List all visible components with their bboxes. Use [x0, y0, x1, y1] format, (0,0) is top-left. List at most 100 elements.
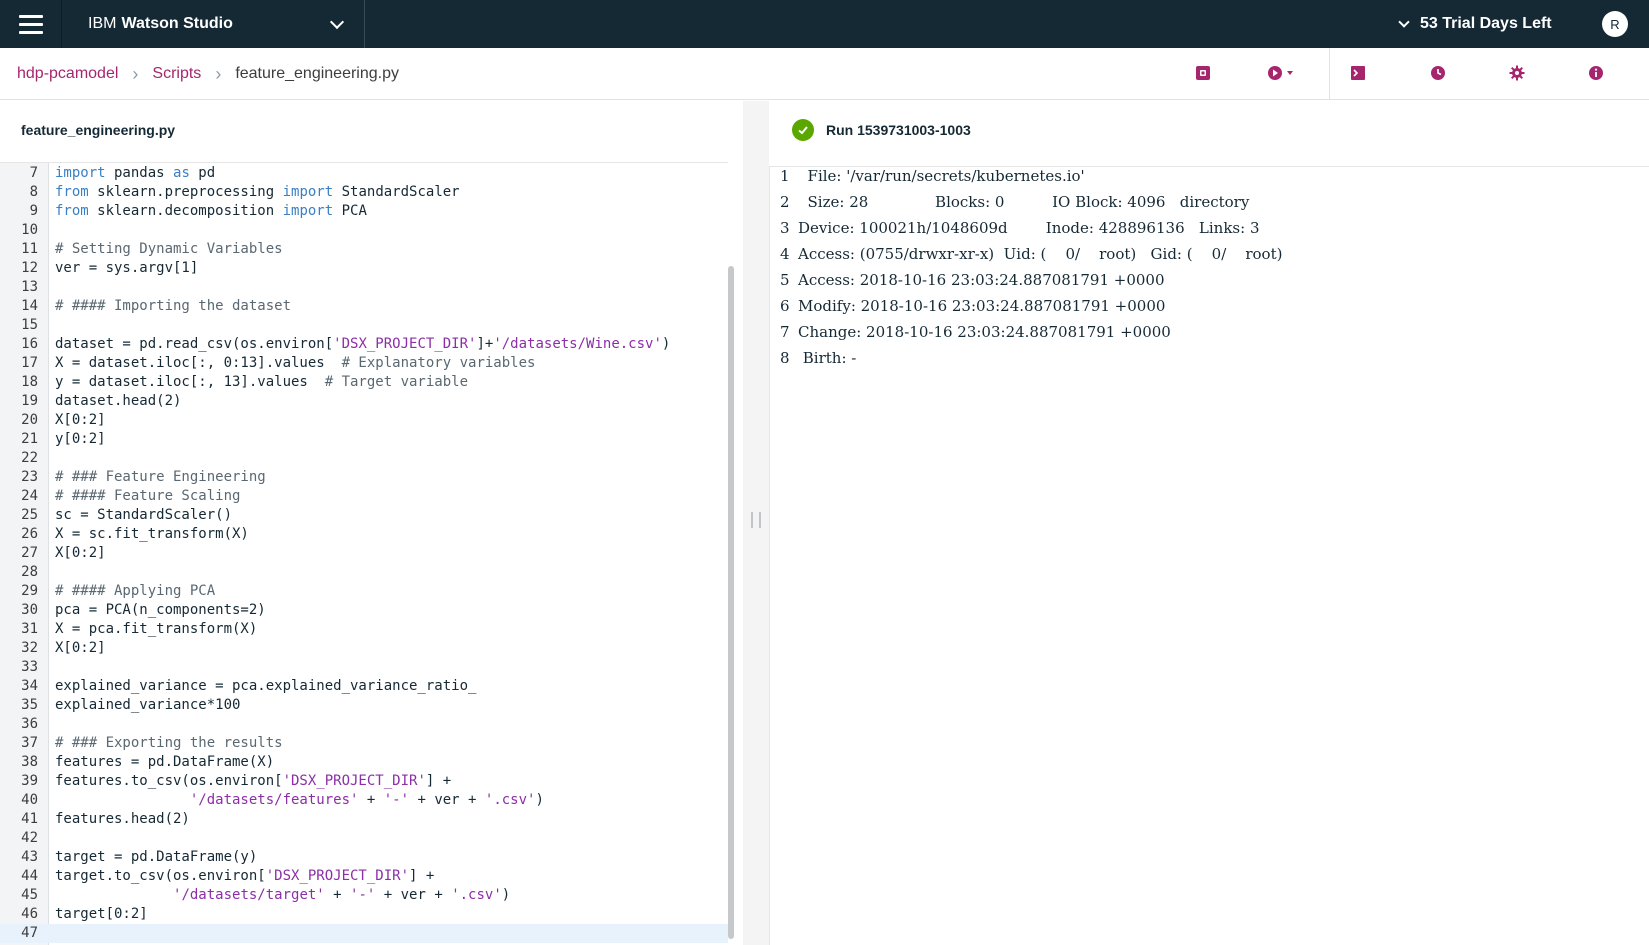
code-line[interactable]: 37 # ### Exporting the results	[0, 734, 728, 753]
code-line[interactable]: 15	[0, 316, 728, 335]
line-number: 10	[21, 222, 38, 238]
code-token: 'DSX_PROJECT_DIR'	[333, 336, 477, 352]
terminal-icon[interactable]	[1347, 62, 1369, 84]
code-line[interactable]: 7 import pandas as pd	[0, 164, 728, 183]
output-line: 3 Device: 100021h/1048609d Inode: 4288961…	[770, 215, 1649, 241]
code-line[interactable]: 40 '/datasets/features' + '-' + ver + '.…	[0, 791, 728, 810]
code-line[interactable]: 38 features = pd.DataFrame(X)	[0, 753, 728, 772]
code-line[interactable]: 11 # Setting Dynamic Variables	[0, 240, 728, 259]
code-line[interactable]: 46 target[0:2]	[0, 905, 728, 924]
code-line[interactable]: 42	[0, 829, 728, 848]
code-text: X = pca.fit_transform(X)	[55, 620, 257, 639]
code-text: explained_variance = pca.explained_varia…	[55, 677, 476, 696]
code-line[interactable]: 36	[0, 715, 728, 734]
output-line-number: 6	[780, 297, 790, 315]
code-token: explained_variance = pca.explained_varia…	[55, 678, 477, 694]
line-number: 44	[21, 868, 38, 884]
code-editor[interactable]: 7 import pandas as pd 8 from sklearn.prepro…	[0, 162, 728, 945]
code-line[interactable]: 33	[0, 658, 728, 677]
code-line[interactable]: 23 # ### Feature Engineering	[0, 468, 728, 487]
code-line[interactable]: 24 # #### Feature Scaling	[0, 487, 728, 506]
code-line[interactable]: 30 pca = PCA(n_components=2)	[0, 601, 728, 620]
code-token: X = pca.fit_transform(X)	[55, 621, 258, 637]
breadcrumb-scripts-link[interactable]: Scripts	[152, 65, 201, 83]
code-line[interactable]: 17 X = dataset.iloc[:, 0:13].values # Exp…	[0, 354, 728, 373]
code-token: ]+	[476, 336, 494, 352]
avatar[interactable]: R	[1602, 11, 1628, 37]
menu-icon[interactable]	[0, 0, 62, 48]
line-number: 32	[21, 640, 38, 656]
editor-filename-header: feature_engineering.py	[0, 101, 743, 159]
code-line[interactable]: 43 target = pd.DataFrame(y)	[0, 848, 728, 867]
line-number: 43	[21, 849, 38, 865]
code-token: sklearn.preprocessing	[88, 184, 283, 200]
code-line[interactable]: 16 dataset = pd.read_csv(os.environ['DSX_…	[0, 335, 728, 354]
code-line[interactable]: 9 from sklearn.decomposition import PCA	[0, 202, 728, 221]
code-line[interactable]: 28	[0, 563, 728, 582]
code-line[interactable]: 39 features.to_csv(os.environ['DSX_PROJEC…	[0, 772, 728, 791]
toolbar-divider	[1329, 48, 1330, 100]
output-line: 2 Size: 28 Blocks: 0 IO Block: 4096 dire…	[770, 189, 1649, 215]
code-text: from sklearn.preprocessing import Standa…	[55, 183, 460, 202]
code-token: # #### Applying PCA	[55, 583, 216, 599]
code-line[interactable]: 19 dataset.head(2)	[0, 392, 728, 411]
brand-prefix: IBM	[88, 15, 117, 32]
editor-scrollbar[interactable]	[728, 266, 734, 939]
output-line: 6 Modify: 2018-10-16 23:03:24.887081791 +…	[770, 293, 1649, 319]
code-line[interactable]: 12 ver = sys.argv[1]	[0, 259, 728, 278]
line-number: 27	[21, 545, 38, 561]
code-token: target.to_csv(os.environ[	[55, 868, 266, 884]
code-token: X[0:2]	[55, 545, 106, 561]
code-line[interactable]: 47	[0, 924, 728, 943]
code-token: PCA	[333, 203, 367, 219]
code-line[interactable]: 29 # #### Applying PCA	[0, 582, 728, 601]
breadcrumb-project-link[interactable]: hdp-pcamodel	[17, 65, 118, 83]
code-text: features.to_csv(os.environ['DSX_PROJECT_…	[55, 772, 451, 791]
code-text: '/datasets/features' + '-' + ver + '.csv…	[55, 791, 544, 810]
product-switcher[interactable]: IBM Watson Studio	[62, 0, 365, 48]
code-text: from sklearn.decomposition import PCA	[55, 202, 367, 221]
code-line[interactable]: 21 y[0:2]	[0, 430, 728, 449]
code-line[interactable]: 45 '/datasets/target' + '-' + ver + '.cs…	[0, 886, 728, 905]
code-token: StandardScaler	[333, 184, 460, 200]
code-line[interactable]: 25 sc = StandardScaler()	[0, 506, 728, 525]
code-line[interactable]: 27 X[0:2]	[0, 544, 728, 563]
code-line[interactable]: 26 X = sc.fit_transform(X)	[0, 525, 728, 544]
history-icon[interactable]	[1427, 62, 1449, 84]
check-circle-icon	[792, 119, 814, 141]
code-line[interactable]: 34 explained_variance = pca.explained_var…	[0, 677, 728, 696]
line-number: 33	[21, 659, 38, 675]
code-line[interactable]: 20 X[0:2]	[0, 411, 728, 430]
code-text: # ### Exporting the results	[55, 734, 283, 753]
line-number: 45	[21, 887, 38, 903]
brand-name: Watson Studio	[121, 15, 233, 32]
code-line[interactable]: 8 from sklearn.preprocessing import Stand…	[0, 183, 728, 202]
code-line[interactable]: 41 features.head(2)	[0, 810, 728, 829]
code-line[interactable]: 10	[0, 221, 728, 240]
code-line[interactable]: 32 X[0:2]	[0, 639, 728, 658]
code-token: import	[282, 184, 334, 200]
run-icon[interactable]	[1265, 62, 1299, 84]
settings-icon[interactable]	[1506, 62, 1528, 84]
code-line[interactable]: 35 explained_variance*100	[0, 696, 728, 715]
info-icon[interactable]	[1585, 62, 1607, 84]
code-line[interactable]: 13	[0, 278, 728, 297]
code-lines[interactable]: 7 import pandas as pd 8 from sklearn.prepro…	[0, 164, 728, 943]
code-token: )	[501, 887, 511, 903]
code-text: ver = sys.argv[1]	[55, 259, 198, 278]
code-token: pd	[189, 165, 216, 181]
line-number: 11	[21, 241, 38, 257]
code-line[interactable]: 22	[0, 449, 728, 468]
line-number: 13	[21, 279, 38, 295]
save-icon[interactable]	[1192, 62, 1214, 84]
code-line[interactable]: 44 target.to_csv(os.environ['DSX_PROJECT_…	[0, 867, 728, 886]
code-line[interactable]: 31 X = pca.fit_transform(X)	[0, 620, 728, 639]
trial-days-menu[interactable]: 53 Trial Days Left	[1398, 0, 1552, 48]
code-token: target[0:2]	[55, 906, 148, 922]
code-line[interactable]: 14 # #### Importing the dataset	[0, 297, 728, 316]
drag-handle-icon[interactable]	[751, 512, 761, 528]
code-line[interactable]: 18 y = dataset.iloc[:, 13].values # Targe…	[0, 373, 728, 392]
code-text: '/datasets/target' + '-' + ver + '.csv')	[55, 886, 510, 905]
